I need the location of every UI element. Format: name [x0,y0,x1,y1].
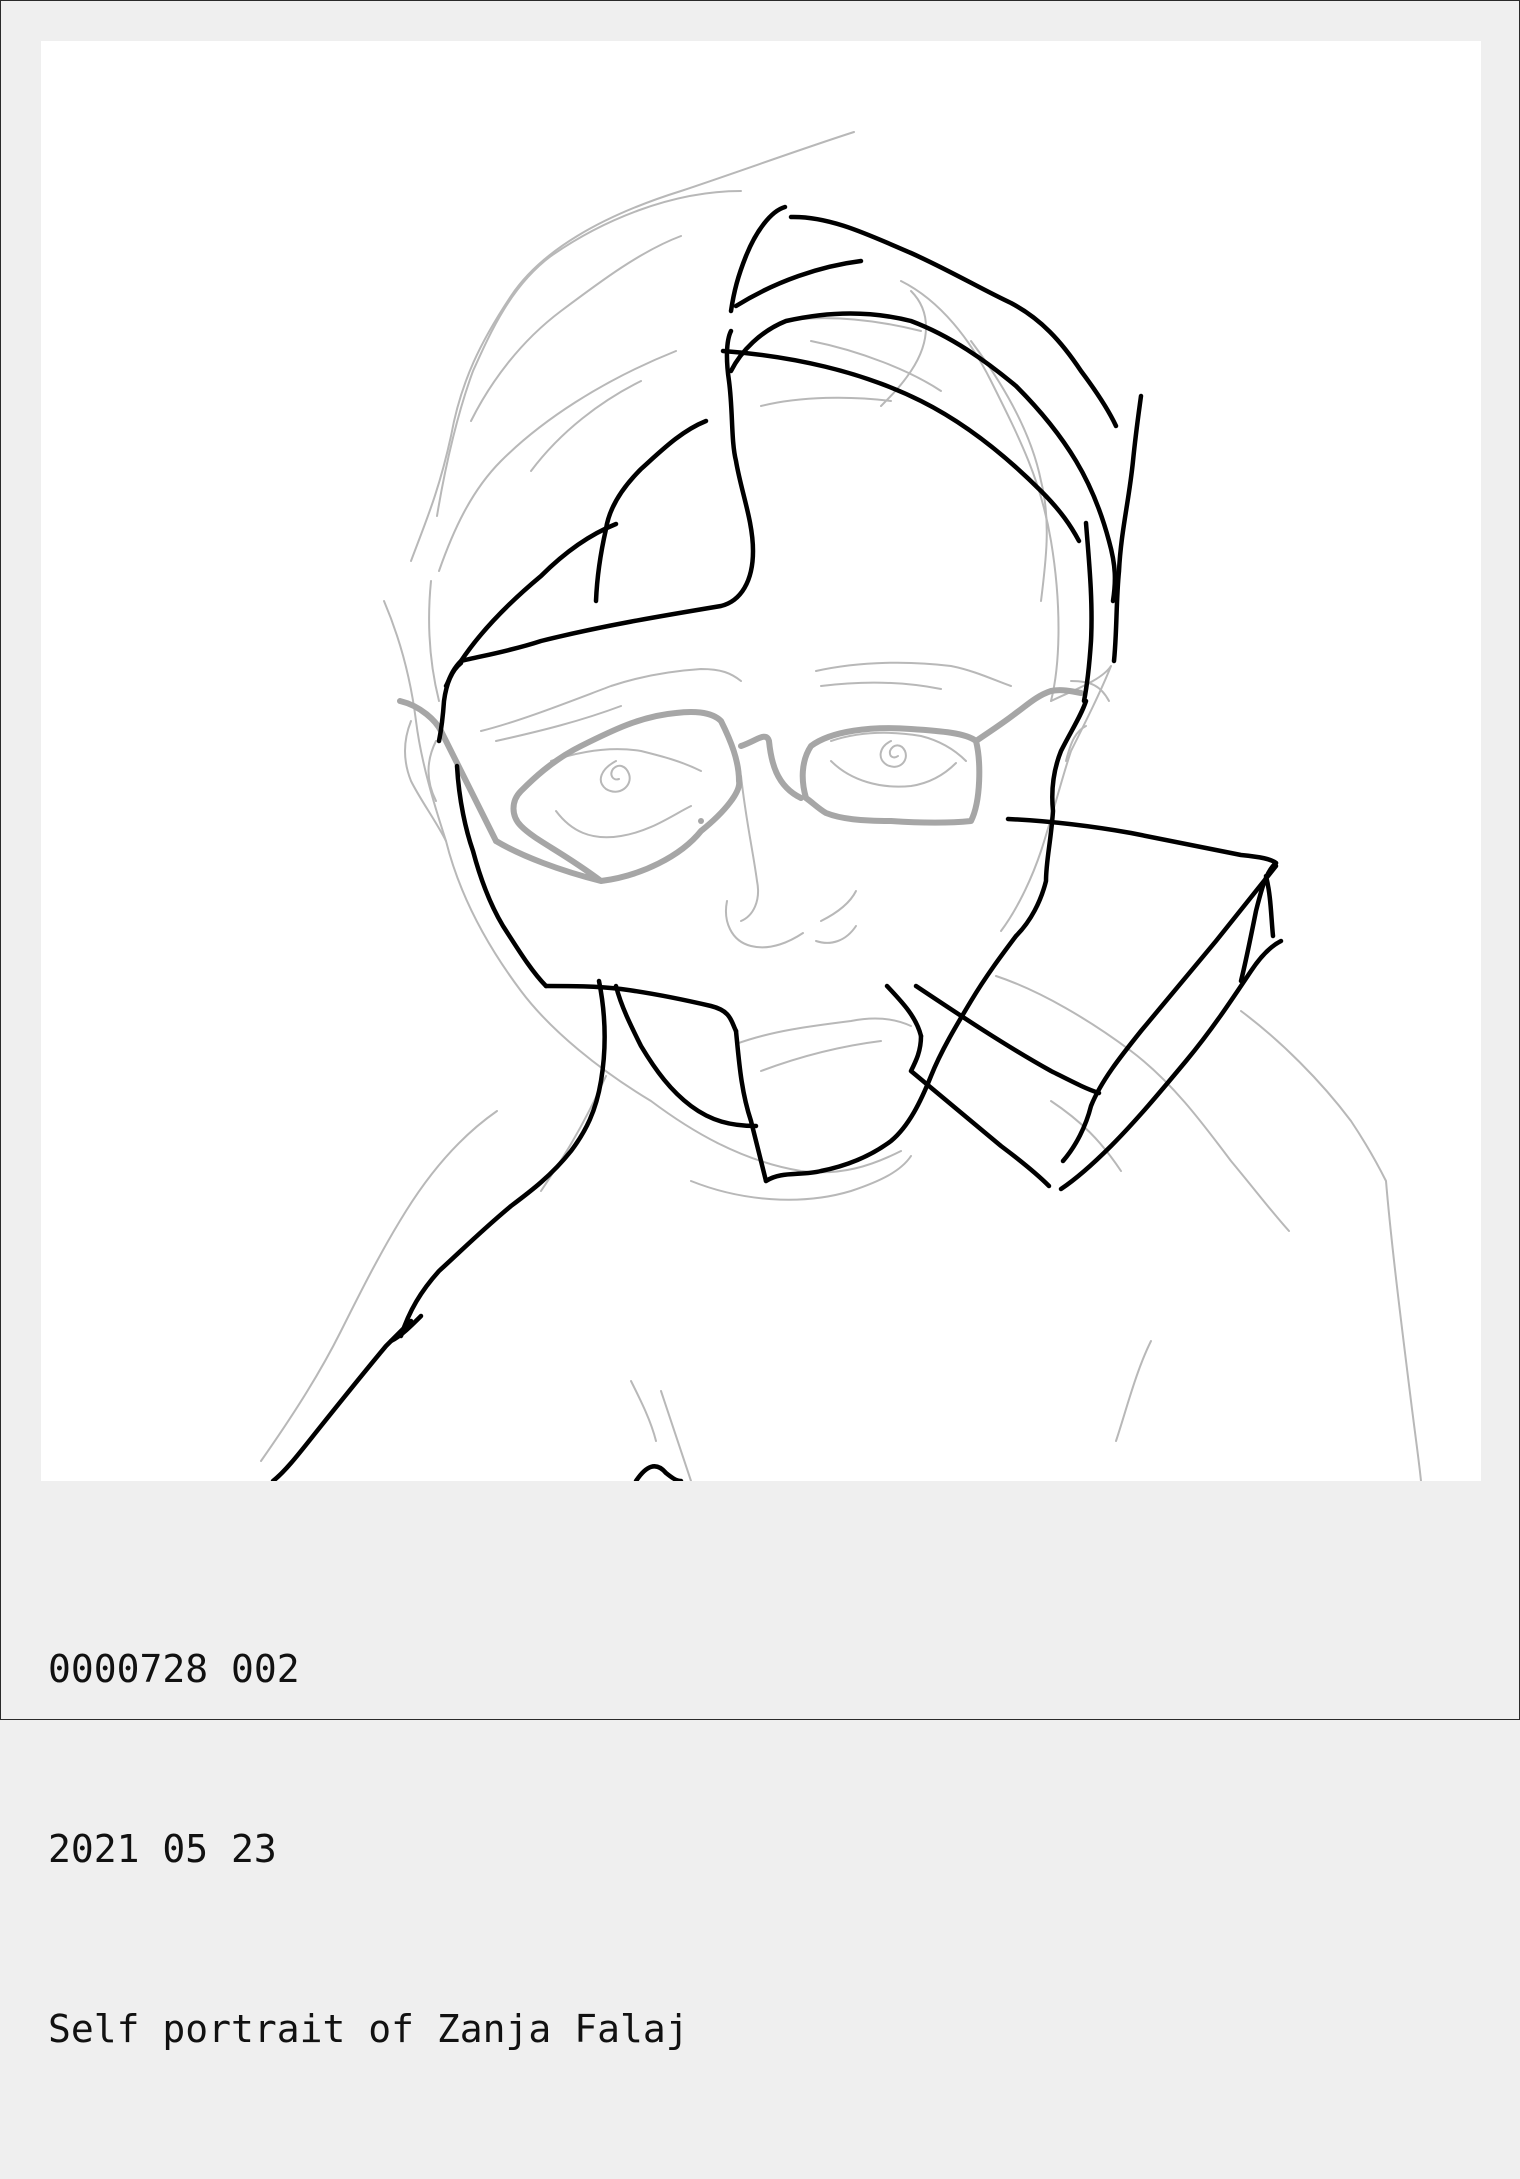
catalog-id: 0000728 002 [48,1647,300,1691]
date-text: 2021 05 23 [48,1827,277,1871]
self-portrait-drawing [260,131,1422,1481]
artwork-title: Self portrait of Zanja Falaj [48,2007,689,2051]
portrait-card: 0000728 002 2021 05 23 Self portrait of … [0,0,1520,2051]
drawing-canvas [41,41,1481,1481]
caption-block: 0000728 002 2021 05 23 Self portrait of … [48,1519,689,2179]
bold-ink-lines [270,204,1284,1481]
glasses-lines [397,687,1084,884]
